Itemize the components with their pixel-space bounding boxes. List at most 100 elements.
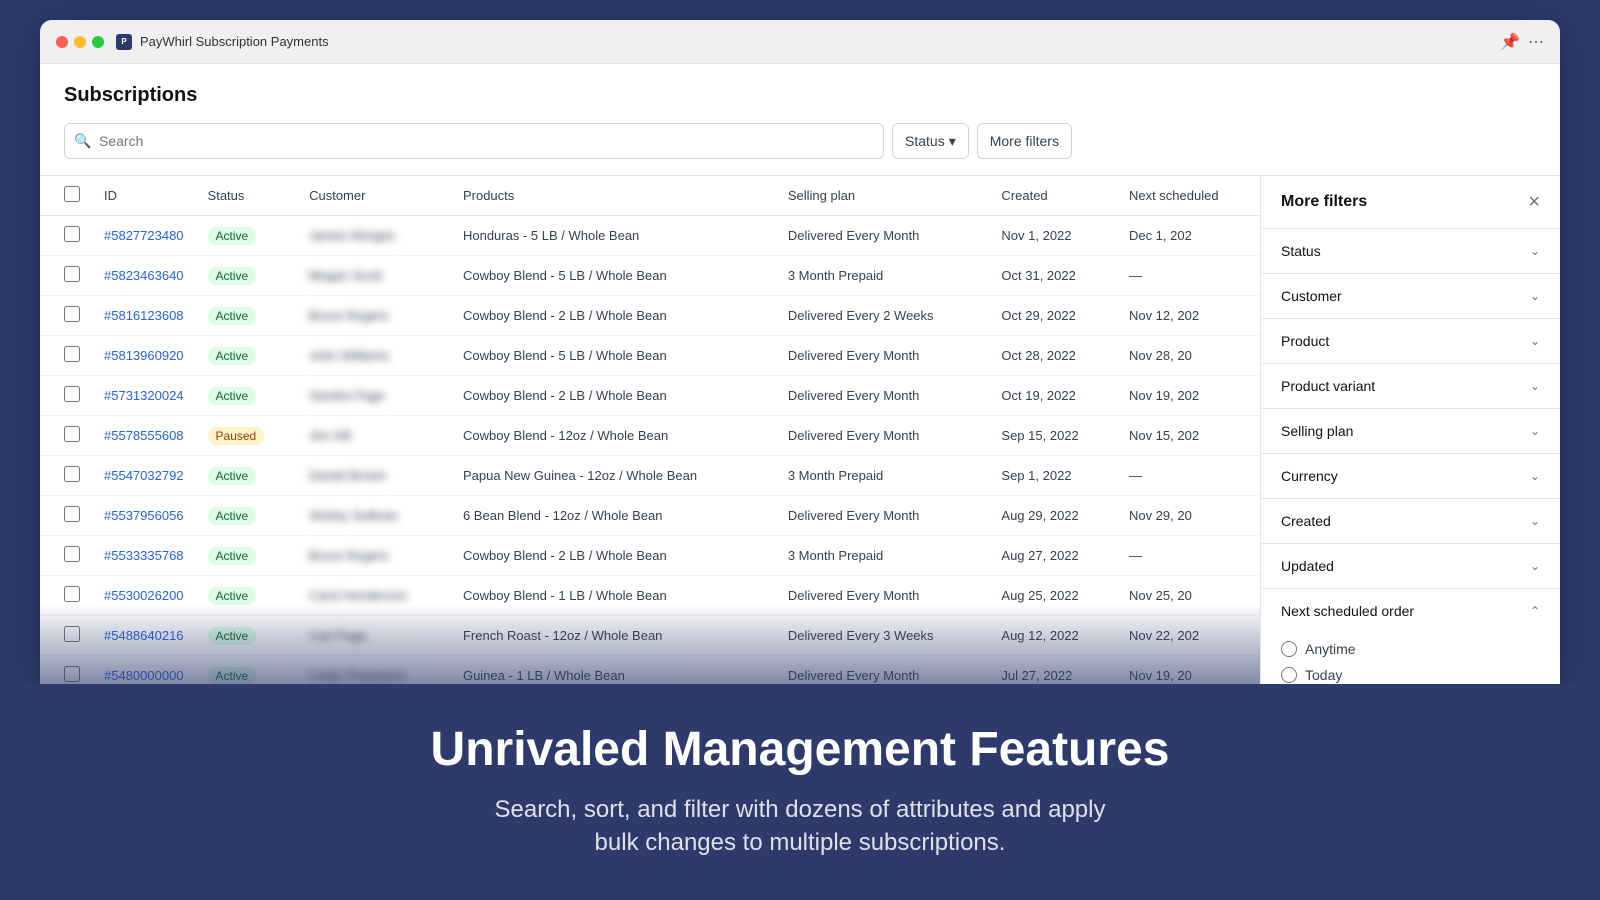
td-id: #5530026200	[92, 576, 196, 616]
td-selling-plan: 3 Month Prepaid	[776, 536, 990, 576]
status-badge: Active	[208, 347, 257, 365]
subscription-link[interactable]: #5533335768	[104, 548, 184, 563]
td-created: Aug 12, 2022	[989, 616, 1117, 656]
row-checkbox[interactable]	[64, 346, 80, 362]
maximize-dot[interactable]	[92, 36, 104, 48]
filter-section-created: Created ⌄	[1261, 499, 1560, 544]
row-checkbox[interactable]	[64, 226, 80, 242]
subscription-link[interactable]: #5816123608	[104, 308, 184, 323]
subscription-link[interactable]: #5547032792	[104, 468, 184, 483]
td-selling-plan: Delivered Every Month	[776, 496, 990, 536]
td-id: #5731320024	[92, 376, 196, 416]
td-checkbox	[40, 376, 92, 416]
filter-section-updated: Updated ⌄	[1261, 544, 1560, 589]
row-checkbox[interactable]	[64, 306, 80, 322]
filter-header-status[interactable]: Status ⌄	[1261, 229, 1560, 273]
radio-option-today[interactable]: Today	[1281, 667, 1540, 683]
td-status: Active	[196, 496, 298, 536]
subscription-link[interactable]: #5537956056	[104, 508, 184, 523]
subscription-link[interactable]: #5813960920	[104, 348, 184, 363]
chevron-icon-currency: ⌄	[1530, 469, 1540, 483]
row-checkbox[interactable]	[64, 586, 80, 602]
subscription-link[interactable]: #5827723480	[104, 228, 184, 243]
filter-section-customer: Customer ⌄	[1261, 274, 1560, 319]
radio-input-today[interactable]	[1281, 667, 1297, 683]
pin-icon[interactable]: 📌	[1500, 32, 1520, 52]
close-side-panel-button[interactable]: ×	[1528, 192, 1540, 212]
subscription-link[interactable]: #5731320024	[104, 388, 184, 403]
td-checkbox	[40, 296, 92, 336]
filter-label-product_variant: Product variant	[1281, 378, 1375, 394]
filter-header-product[interactable]: Product ⌄	[1261, 319, 1560, 363]
td-customer: Sandra Page	[297, 376, 451, 416]
row-checkbox[interactable]	[64, 426, 80, 442]
td-checkbox	[40, 656, 92, 685]
td-id: #5533335768	[92, 536, 196, 576]
td-checkbox	[40, 336, 92, 376]
filter-header-customer[interactable]: Customer ⌄	[1261, 274, 1560, 318]
subscription-link[interactable]: #5823463640	[104, 268, 184, 283]
radio-input-anytime[interactable]	[1281, 641, 1297, 657]
filter-section-selling_plan: Selling plan ⌄	[1261, 409, 1560, 454]
status-filter-button[interactable]: Status ▾	[892, 123, 969, 159]
td-checkbox	[40, 416, 92, 456]
filter-header-created[interactable]: Created ⌄	[1261, 499, 1560, 543]
td-checkbox	[40, 256, 92, 296]
status-badge: Active	[208, 627, 257, 645]
status-badge: Active	[208, 547, 257, 565]
search-input[interactable]	[64, 123, 884, 159]
td-next-scheduled: —	[1117, 536, 1260, 576]
filter-label-selling_plan: Selling plan	[1281, 423, 1353, 439]
status-badge: Active	[208, 507, 257, 525]
td-created: Sep 1, 2022	[989, 456, 1117, 496]
status-badge: Active	[208, 587, 257, 605]
radio-label: Anytime	[1305, 641, 1356, 657]
status-badge: Active	[208, 267, 257, 285]
subscription-link[interactable]: #5488640216	[104, 628, 184, 643]
side-panel: More filters × Status ⌄ Customer ⌄ Produ…	[1260, 176, 1560, 684]
filters-container: Status ⌄ Customer ⌄ Product ⌄ Product va…	[1261, 229, 1560, 684]
customer-name: John Williams	[309, 348, 389, 363]
row-checkbox[interactable]	[64, 506, 80, 522]
td-id: #5537956056	[92, 496, 196, 536]
chevron-icon-next_scheduled: ⌃	[1530, 604, 1540, 618]
table-row: #5480000000 Active Linda Thompson Guinea…	[40, 656, 1260, 685]
row-checkbox[interactable]	[64, 266, 80, 282]
row-checkbox[interactable]	[64, 546, 80, 562]
td-created: Oct 29, 2022	[989, 296, 1117, 336]
td-status: Active	[196, 256, 298, 296]
row-checkbox[interactable]	[64, 386, 80, 402]
row-checkbox[interactable]	[64, 626, 80, 642]
td-product: French Roast - 12oz / Whole Bean	[451, 616, 776, 656]
subscription-link[interactable]: #5578555608	[104, 428, 184, 443]
filter-header-currency[interactable]: Currency ⌄	[1261, 454, 1560, 498]
subscription-link[interactable]: #5480000000	[104, 668, 184, 683]
minimize-dot[interactable]	[74, 36, 86, 48]
chevron-icon-product_variant: ⌄	[1530, 379, 1540, 393]
radio-option-anytime[interactable]: Anytime	[1281, 641, 1540, 657]
more-icon[interactable]: ⋯	[1528, 32, 1544, 52]
filter-header-next_scheduled[interactable]: Next scheduled order ⌃	[1261, 589, 1560, 633]
th-next-scheduled: Next scheduled	[1117, 176, 1260, 216]
table-row: #5827723480 Active James Morgan Honduras…	[40, 216, 1260, 256]
td-selling-plan: Delivered Every Month	[776, 376, 990, 416]
row-checkbox[interactable]	[64, 466, 80, 482]
filter-header-updated[interactable]: Updated ⌄	[1261, 544, 1560, 588]
td-id: #5827723480	[92, 216, 196, 256]
subscription-link[interactable]: #5530026200	[104, 588, 184, 603]
select-all-checkbox[interactable]	[64, 186, 80, 202]
customer-name: Shirley Sullivan	[309, 508, 398, 523]
td-product: Cowboy Blend - 5 LB / Whole Bean	[451, 256, 776, 296]
td-next-scheduled: Nov 15, 202	[1117, 416, 1260, 456]
td-id: #5578555608	[92, 416, 196, 456]
row-checkbox[interactable]	[64, 666, 80, 682]
td-checkbox	[40, 576, 92, 616]
main-content: ID Status Customer Products Selling plan…	[40, 176, 1560, 684]
td-id: #5488640216	[92, 616, 196, 656]
close-dot[interactable]	[56, 36, 68, 48]
filter-section-currency: Currency ⌄	[1261, 454, 1560, 499]
filter-header-selling_plan[interactable]: Selling plan ⌄	[1261, 409, 1560, 453]
td-product: Cowboy Blend - 2 LB / Whole Bean	[451, 536, 776, 576]
filter-header-product_variant[interactable]: Product variant ⌄	[1261, 364, 1560, 408]
more-filters-button[interactable]: More filters	[977, 123, 1072, 159]
